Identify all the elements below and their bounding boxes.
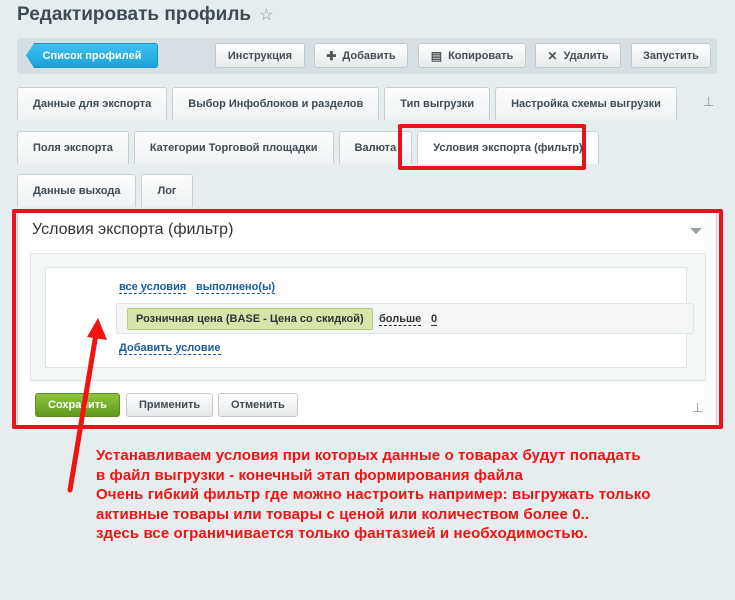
instructions-button[interactable]: Инструкция <box>215 43 305 68</box>
page-title-text: Редактировать профиль <box>17 4 252 25</box>
annotation-line: в файл выгрузки - конечный этап формиров… <box>96 466 523 484</box>
pin-icon[interactable]: ⊥ <box>703 94 714 110</box>
add-label: Добавить <box>342 49 396 62</box>
condition-operator[interactable]: больше <box>379 313 422 326</box>
tab-currency[interactable]: Валюта <box>338 131 413 164</box>
annotation-line: Очень гибкий фильтр где можно настроить … <box>96 486 651 503</box>
tab-label: Условия экспорта (фильтр) <box>433 142 583 154</box>
export-conditions-panel: Условия экспорта (фильтр) все условия вы… <box>17 209 717 427</box>
cancel-label: Отменить <box>231 399 285 411</box>
apply-button[interactable]: Применить <box>126 393 214 417</box>
tab-export-type[interactable]: Тип выгрузки <box>384 87 491 120</box>
condition-field[interactable]: Розничная цена (BASE - Цена со скидкой) <box>127 308 373 330</box>
fulfilled-toggle[interactable]: выполнено(ы) <box>196 281 276 294</box>
tab-marketplace-categories[interactable]: Категории Торговой площадки <box>133 131 334 164</box>
tab-label: Выбор Инфоблоков и разделов <box>188 98 364 110</box>
add-condition-link[interactable]: Добавить условие <box>119 342 221 355</box>
delete-label: Удалить <box>563 49 609 62</box>
tabs-row-2: Поля экспорта Категории Торговой площадк… <box>17 131 599 164</box>
tab-export-fields[interactable]: Поля экспорта <box>17 131 129 164</box>
run-label: Запустить <box>643 49 699 62</box>
tab-export-conditions[interactable]: Условия экспорта (фильтр) <box>417 131 599 164</box>
star-icon[interactable]: ☆ <box>259 5 273 25</box>
tab-output-data[interactable]: Данные выхода <box>17 174 137 207</box>
tab-label: Тип выгрузки <box>400 98 475 110</box>
copy-label: Копировать <box>448 49 514 62</box>
condition-row: Розничная цена (BASE - Цена со скидкой) … <box>116 303 694 334</box>
tab-label: Данные выхода <box>33 185 121 197</box>
profiles-list-label: Список профилей <box>42 49 142 62</box>
close-icon: ✕ <box>547 48 558 63</box>
panel-title: Условия экспорта (фильтр) <box>32 221 234 238</box>
tab-export-data[interactable]: Данные для экспорта <box>17 87 168 120</box>
annotation-line: Устанавливаем условия при которых данные… <box>96 447 641 464</box>
tabs-row-1: Данные для экспорта Выбор Инфоблоков и р… <box>17 87 677 120</box>
tabs-row-3: Данные выхода Лог <box>17 174 193 207</box>
tab-label: Категории Торговой площадки <box>149 142 318 154</box>
annotation-line: активные товары или товары с ценой или к… <box>96 505 590 523</box>
tab-scheme-settings[interactable]: Настройка схемы выгрузки <box>495 87 677 120</box>
plus-icon: ✚ <box>326 48 337 63</box>
annotation-line: здесь все ограничивается только фантазие… <box>96 525 588 542</box>
toolbar: Список профилей Инструкция ✚ Добавить ▤ … <box>17 38 717 74</box>
tab-label: Данные для экспорта <box>33 98 152 110</box>
profiles-list-button[interactable]: Список профилей <box>26 43 158 68</box>
chevron-down-icon[interactable] <box>690 228 702 234</box>
filter-area: все условия выполнено(ы) Розничная цена … <box>30 253 706 381</box>
copy-button[interactable]: ▤ Копировать <box>418 43 526 68</box>
copy-icon: ▤ <box>430 48 443 63</box>
save-button[interactable]: Сохранить <box>35 393 120 417</box>
save-label: Сохранить <box>48 399 107 411</box>
annotation-text: Устанавливаем условия при которых данные… <box>96 446 726 544</box>
page-title: Редактировать профиль ☆ <box>17 4 273 26</box>
pin-icon[interactable]: ⊥ <box>692 400 703 416</box>
tab-log[interactable]: Лог <box>141 174 193 207</box>
instructions-label: Инструкция <box>227 49 293 62</box>
tab-label: Лог <box>157 185 177 197</box>
delete-button[interactable]: ✕ Удалить <box>535 43 621 68</box>
cancel-button[interactable]: Отменить <box>218 393 298 417</box>
condition-value[interactable]: 0 <box>431 313 438 326</box>
tab-iblocks[interactable]: Выбор Инфоблоков и разделов <box>172 87 380 120</box>
tab-label: Настройка схемы выгрузки <box>511 98 661 110</box>
apply-label: Применить <box>139 399 201 411</box>
tab-label: Валюта <box>354 142 397 154</box>
add-button[interactable]: ✚ Добавить <box>314 43 408 68</box>
run-button[interactable]: Запустить <box>631 43 711 68</box>
all-conditions-toggle[interactable]: все условия <box>119 281 187 294</box>
filter-box: все условия выполнено(ы) Розничная цена … <box>45 267 694 368</box>
tab-label: Поля экспорта <box>33 142 113 154</box>
